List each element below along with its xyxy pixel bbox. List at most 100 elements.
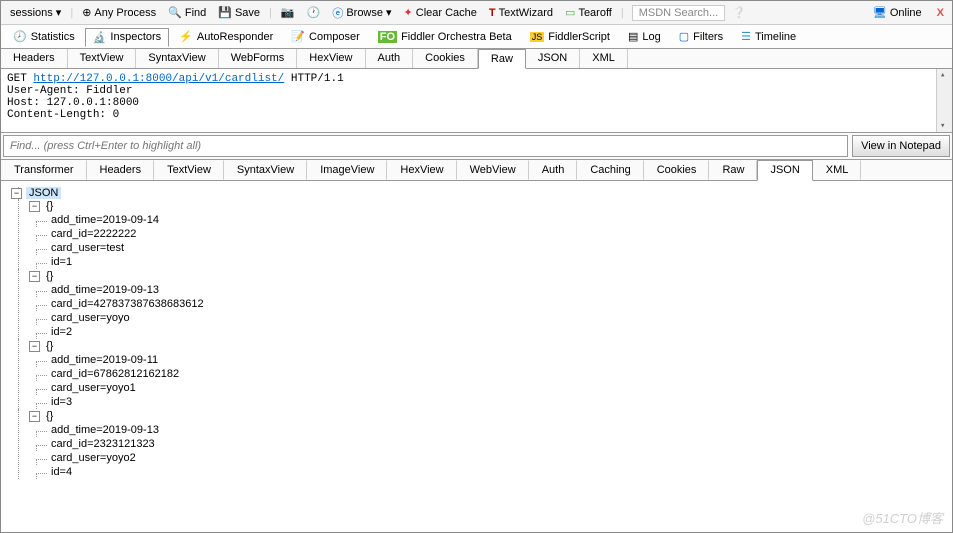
resp-tab-json[interactable]: JSON (757, 160, 812, 181)
json-property[interactable]: card_user=test (29, 241, 942, 255)
json-root-node[interactable]: JSON (26, 187, 61, 199)
collapse-icon[interactable]: − (29, 411, 40, 422)
resp-tab-raw[interactable]: Raw (709, 160, 757, 180)
browser-icon: ⓔ (332, 5, 343, 21)
fo-icon: FO (378, 31, 397, 43)
json-property[interactable]: id=3 (29, 395, 942, 409)
response-tabstrip: TransformerHeadersTextViewSyntaxViewImag… (1, 160, 952, 181)
json-property[interactable]: card_user=yoyo1 (29, 381, 942, 395)
resp-tab-cookies[interactable]: Cookies (644, 160, 710, 180)
tab-statistics[interactable]: 🕗Statistics (5, 27, 83, 46)
tab-log[interactable]: ▤Log (620, 27, 669, 46)
resp-tab-headers[interactable]: Headers (87, 160, 155, 180)
stats-icon: 🕗 (13, 30, 27, 43)
collapse-icon[interactable]: − (29, 341, 40, 352)
tearoff-button[interactable]: ▭ Tearoff (560, 4, 617, 21)
help-icon: ❔ (732, 6, 746, 19)
req-tab-raw[interactable]: Raw (478, 49, 526, 69)
timer-button[interactable]: 🕐 (302, 4, 326, 21)
edit-icon: 📝 (291, 30, 305, 43)
json-property[interactable]: add_time=2019-09-13 (29, 283, 942, 297)
find-input[interactable] (3, 135, 848, 157)
json-object-node[interactable]: {} (44, 339, 55, 353)
json-property[interactable]: id=2 (29, 325, 942, 339)
json-property[interactable]: id=1 (29, 255, 942, 269)
clock-icon: 🕐 (307, 6, 321, 19)
req-tab-json[interactable]: JSON (526, 49, 580, 68)
resp-tab-imageview[interactable]: ImageView (307, 160, 387, 180)
tab-fiddlerscript[interactable]: JSFiddlerScript (522, 28, 618, 46)
req-tab-cookies[interactable]: Cookies (413, 49, 478, 68)
filter-icon: ▢ (679, 30, 689, 43)
http-method: GET (7, 73, 27, 85)
resp-tab-xml[interactable]: XML (813, 160, 862, 180)
save-icon: 💾 (218, 6, 232, 19)
close-button[interactable]: X (933, 7, 948, 19)
json-object-node[interactable]: {} (44, 269, 55, 283)
req-tab-textview[interactable]: TextView (68, 49, 137, 68)
http-version: HTTP/1.1 (291, 73, 344, 85)
request-tabstrip: HeadersTextViewSyntaxViewWebFormsHexView… (1, 49, 952, 69)
lightning-icon: ⚡ (179, 30, 193, 43)
json-property[interactable]: id=4 (29, 465, 942, 479)
json-object-node[interactable]: {} (44, 199, 55, 213)
json-property[interactable]: card_id=427837387638683612 (29, 297, 942, 311)
tab-timeline[interactable]: ☰Timeline (733, 27, 804, 46)
tab-filters[interactable]: ▢Filters (671, 27, 731, 46)
inspect-icon: 🔬 (93, 31, 107, 44)
json-property[interactable]: card_id=2222222 (29, 227, 942, 241)
help-button[interactable]: ❔ (727, 4, 751, 21)
script-icon: JS (530, 32, 545, 42)
resp-tab-webview[interactable]: WebView (457, 160, 529, 180)
tab-autoresponder[interactable]: ⚡AutoResponder (171, 27, 281, 46)
req-tab-headers[interactable]: Headers (1, 49, 68, 68)
json-property[interactable]: card_id=2323121323 (29, 437, 942, 451)
json-property[interactable]: add_time=2019-09-14 (29, 213, 942, 227)
json-property[interactable]: add_time=2019-09-13 (29, 423, 942, 437)
collapse-icon[interactable]: − (29, 201, 40, 212)
json-tree[interactable]: −JSON −{}add_time=2019-09-14card_id=2222… (1, 181, 952, 528)
collapse-icon[interactable]: − (11, 188, 22, 199)
textwizard-button[interactable]: T TextWizard (484, 5, 558, 21)
clear-cache-button[interactable]: ✦ Clear Cache (399, 4, 482, 21)
raw-request-pane[interactable]: GET http://127.0.0.1:8000/api/v1/cardlis… (1, 69, 952, 133)
textwizard-icon: T (489, 7, 496, 19)
header-user-agent: User-Agent: Fiddler (7, 85, 946, 97)
json-property[interactable]: card_user=yoyo2 (29, 451, 942, 465)
req-tab-webforms[interactable]: WebForms (219, 49, 298, 68)
tab-inspectors[interactable]: 🔬Inspectors (85, 28, 169, 47)
watermark: @51CTO博客 (862, 508, 943, 527)
json-property[interactable]: card_user=yoyo (29, 311, 942, 325)
req-tab-xml[interactable]: XML (580, 49, 628, 68)
json-property[interactable]: card_id=67862812162182 (29, 367, 942, 381)
resp-tab-auth[interactable]: Auth (529, 160, 578, 180)
view-in-notepad-button[interactable]: View in Notepad (852, 135, 950, 157)
tab-composer[interactable]: 📝Composer (283, 27, 367, 46)
resp-tab-syntaxview[interactable]: SyntaxView (224, 160, 307, 180)
camera-icon: 📷 (281, 6, 295, 19)
sessions-button[interactable]: sessions ▾ (5, 4, 66, 21)
any-process-button[interactable]: ⊕ Any Process (77, 4, 161, 21)
resp-tab-transformer[interactable]: Transformer (1, 160, 87, 180)
resp-tab-textview[interactable]: TextView (154, 160, 224, 180)
header-host: Host: 127.0.0.1:8000 (7, 97, 946, 109)
msdn-search-input[interactable]: MSDN Search... (632, 5, 725, 21)
scrollbar[interactable] (936, 69, 952, 132)
online-indicator[interactable]: 🖥 Online (868, 4, 927, 21)
browse-button[interactable]: ⓔ Browse ▾ (327, 3, 396, 23)
json-object-node[interactable]: {} (44, 409, 55, 423)
req-tab-hexview[interactable]: HexView (297, 49, 365, 68)
req-tab-auth[interactable]: Auth (366, 49, 414, 68)
req-tab-syntaxview[interactable]: SyntaxView (136, 49, 218, 68)
main-tabstrip: 🕗Statistics 🔬Inspectors ⚡AutoResponder 📝… (1, 25, 952, 49)
save-button[interactable]: 💾 Save (213, 4, 265, 21)
tab-orchestra[interactable]: FOFiddler Orchestra Beta (370, 28, 520, 46)
resp-tab-caching[interactable]: Caching (577, 160, 643, 180)
screenshot-button[interactable]: 📷 (276, 4, 300, 21)
find-button[interactable]: 🔍 Find (163, 4, 211, 21)
collapse-icon[interactable]: − (29, 271, 40, 282)
request-url[interactable]: http://127.0.0.1:8000/api/v1/cardlist/ (33, 73, 284, 85)
clear-icon: ✦ (404, 6, 413, 19)
json-property[interactable]: add_time=2019-09-11 (29, 353, 942, 367)
resp-tab-hexview[interactable]: HexView (387, 160, 456, 180)
